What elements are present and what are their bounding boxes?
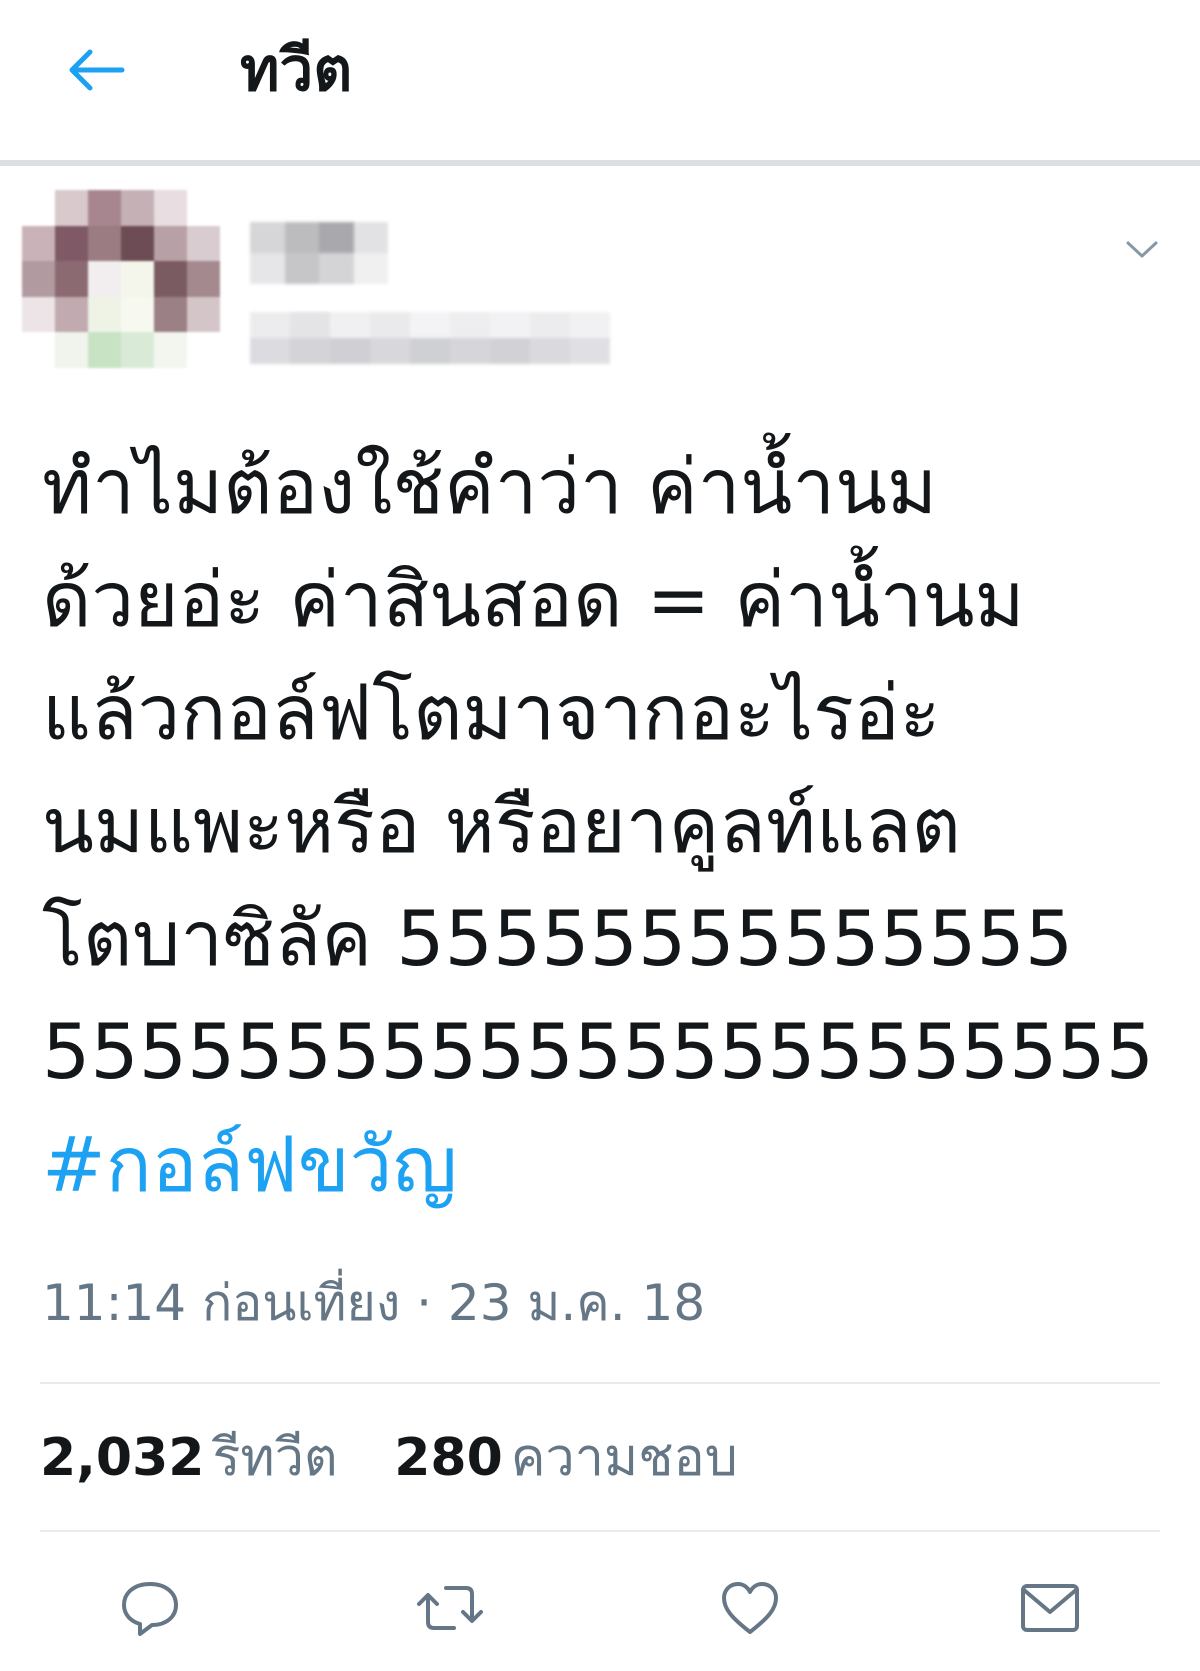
reply-icon — [122, 1582, 178, 1636]
retweets-label: รีทวีต — [212, 1428, 338, 1488]
user-info[interactable] — [250, 222, 610, 364]
likes-label: ความชอบ — [510, 1428, 738, 1488]
avatar[interactable] — [22, 190, 220, 368]
chevron-down-icon — [1126, 241, 1158, 258]
username-blurred — [250, 312, 610, 364]
tweet-text-line: แล้วกอล์ฟโตมาจากอะไรอ่ะ — [42, 668, 941, 757]
tweet-text-line: โตบาซิลัค 55555555555555 — [42, 894, 1074, 983]
tweet-text-line: นมแพะหรือ หรือยาคูลท์แลต — [42, 781, 961, 870]
share-button[interactable] — [1010, 1568, 1090, 1648]
tweet-timestamp[interactable]: 11:14 ก่อนเที่ยง · 23 ม.ค. 18 — [42, 1268, 705, 1338]
divider — [40, 1382, 1160, 1384]
arrow-left-icon — [69, 49, 125, 91]
retweets-count: 2,032 — [40, 1428, 205, 1488]
back-button[interactable] — [58, 38, 132, 102]
likes-count: 280 — [394, 1428, 503, 1488]
likes-stat[interactable]: 280 ความชอบ — [394, 1418, 738, 1498]
tweet-text-line: ทำไมต้องใช้คำว่า ค่าน้ำนม — [42, 442, 938, 531]
page-title: ทวีต — [240, 36, 353, 103]
heart-icon — [722, 1582, 778, 1634]
tweet-text: ทำไมต้องใช้คำว่า ค่าน้ำนม ด้วยอ่ะ ค่าสิน… — [42, 430, 1172, 1221]
tweet-text-line: 55555555555555555555555 — [42, 1007, 1155, 1096]
like-button[interactable] — [710, 1568, 790, 1648]
retweet-icon — [417, 1586, 483, 1630]
display-name-blurred — [250, 222, 388, 284]
retweet-button[interactable] — [410, 1568, 490, 1648]
hashtag-link[interactable]: #กอล์ฟขวัญ — [42, 1108, 1172, 1221]
action-bar — [0, 1568, 1200, 1658]
tweet-stats: 2,032 รีทวีต 280 ความชอบ — [40, 1418, 778, 1498]
retweets-stat[interactable]: 2,032 รีทวีต — [40, 1418, 338, 1498]
tweet-menu-button[interactable] — [1120, 232, 1164, 268]
header-divider — [0, 160, 1200, 166]
divider — [40, 1530, 1160, 1532]
mail-icon — [1021, 1584, 1079, 1632]
tweet-text-line: ด้วยอ่ะ ค่าสินสอด = ค่าน้ำนม — [42, 555, 1025, 644]
reply-button[interactable] — [110, 1568, 190, 1648]
top-bar: ทวีต — [0, 0, 1200, 160]
